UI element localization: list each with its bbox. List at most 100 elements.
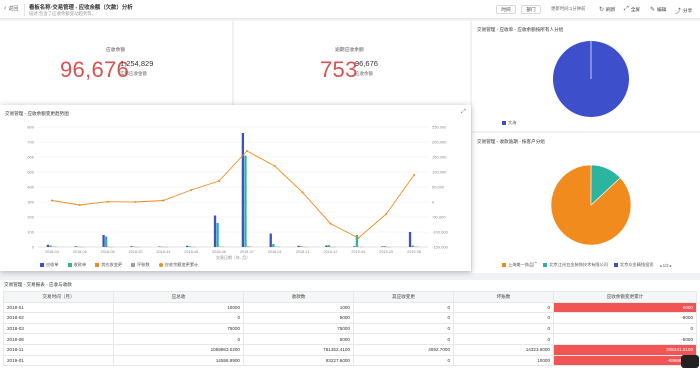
table-cell: 308341.0100 xyxy=(553,343,697,356)
x-tick: 2018-20 xyxy=(129,250,143,254)
line-point[interactable] xyxy=(385,213,388,215)
column-header[interactable]: 应收余额变更累计 xyxy=(553,291,697,303)
x-tick: 2018-12 xyxy=(324,250,338,254)
pie-chart-owner xyxy=(553,41,629,117)
line-point[interactable] xyxy=(218,180,221,182)
bar[interactable] xyxy=(46,244,50,247)
back-button[interactable]: ‹ 返回 xyxy=(4,5,18,12)
bar[interactable] xyxy=(325,245,328,248)
legend-swatch xyxy=(67,262,72,267)
line-point[interactable] xyxy=(357,237,360,239)
pie-panel-owner: 交易管理 - 应收单 - 应收余额按所有人分组 大海 xyxy=(472,21,700,131)
bar[interactable] xyxy=(186,245,189,247)
bar[interactable] xyxy=(353,246,356,247)
line-point[interactable] xyxy=(245,150,248,152)
page-description: 描述:包含了应收余额变动趋势等。 xyxy=(29,11,97,16)
line-point[interactable] xyxy=(190,189,193,191)
back-label: 返回 xyxy=(8,6,19,12)
line-point[interactable] xyxy=(50,199,53,202)
bar[interactable] xyxy=(411,245,414,248)
fullscreen-button[interactable]: ⤢ 全屏 xyxy=(624,6,640,13)
legend-label: 北京江州五金装饰技术有限公司 xyxy=(549,262,608,267)
legend-item[interactable]: 上海美一饰品厂 xyxy=(502,262,537,268)
refresh-button[interactable]: ↻ 刷新 xyxy=(599,6,615,14)
bar[interactable] xyxy=(408,232,412,247)
y-left-tick: 400 xyxy=(27,185,34,190)
legend-item[interactable]: 其应收变更 xyxy=(95,262,122,268)
line-point[interactable] xyxy=(162,199,165,202)
table-row[interactable]: 2019-0114556.990093227.6000010000-88666.… xyxy=(3,354,697,367)
legend-label: 大海 xyxy=(508,120,517,125)
table-row[interactable]: 2018-06 0 5000 0 0 -5000 xyxy=(3,333,697,345)
bar[interactable] xyxy=(269,233,272,248)
bar[interactable] xyxy=(381,246,384,247)
column-header[interactable]: 交易时间（月） xyxy=(3,291,114,303)
table-row[interactable]: 2018-02 0 9000 0 0 -9000 xyxy=(3,312,697,324)
column-header[interactable]: 应总收 xyxy=(113,291,244,303)
bar[interactable] xyxy=(74,246,77,247)
page-title: 看板名称·交易管理 - 应收余额（欠款）分析 xyxy=(29,5,133,11)
pager-next-icon[interactable]: ▸ xyxy=(670,263,672,268)
bar[interactable] xyxy=(188,246,191,247)
table-cell: 10000 xyxy=(453,354,554,367)
edit-button[interactable]: ✎ 编辑 xyxy=(650,6,666,14)
column-header[interactable]: 其应收变更 xyxy=(353,291,454,303)
bar[interactable] xyxy=(327,245,331,247)
bar[interactable] xyxy=(244,155,247,248)
pager-prev-icon[interactable]: ◂ xyxy=(659,263,661,268)
line-point[interactable] xyxy=(78,204,81,206)
bar[interactable] xyxy=(383,246,386,247)
column-header[interactable]: 收款数 xyxy=(243,291,354,303)
bar[interactable] xyxy=(102,235,105,247)
bar[interactable] xyxy=(49,245,52,248)
bar[interactable] xyxy=(300,246,303,247)
department-filter-button[interactable]: 部门 xyxy=(521,5,541,14)
bar[interactable] xyxy=(216,223,219,247)
scrollbar-thumb[interactable] xyxy=(681,355,699,368)
share-button[interactable]: ⤴ 分享 xyxy=(675,6,692,16)
table-cell: 761352.4100 xyxy=(243,343,354,356)
bar[interactable] xyxy=(213,215,217,248)
line-point[interactable] xyxy=(329,222,332,225)
bar[interactable] xyxy=(241,133,245,247)
legend-swatch xyxy=(158,262,163,267)
table-cell: 2018-03 xyxy=(3,322,114,335)
table-cell: 0 xyxy=(453,333,554,345)
line-point[interactable] xyxy=(301,191,304,194)
legend-item[interactable]: 北京江州五金装饰技术有限公司 xyxy=(543,262,608,268)
bar[interactable] xyxy=(272,244,275,247)
bar[interactable] xyxy=(105,236,108,248)
legend-item[interactable]: 应收单 xyxy=(40,262,59,268)
line-point[interactable] xyxy=(273,165,276,167)
table-cell: 2018-02 xyxy=(3,312,114,324)
cumulative-line[interactable] xyxy=(51,150,415,239)
line-point[interactable] xyxy=(106,200,109,203)
y-left-tick: 0 xyxy=(32,245,35,250)
line-point[interactable] xyxy=(413,174,416,176)
kpi-value: 96,676 xyxy=(60,57,130,82)
y-right-tick: -100,000 xyxy=(432,230,449,235)
table-row[interactable]: 2018-03 75000 75000 0 0 0 xyxy=(3,322,697,335)
legend-item[interactable]: 坏账数 xyxy=(131,262,150,268)
table-row[interactable]: 2018-11 1059863.0200 761352.4100 4692.7000 1… xyxy=(3,343,697,356)
line-point[interactable] xyxy=(134,201,137,203)
bar[interactable] xyxy=(246,246,250,247)
x-axis-title: 交易日期（年, 月） xyxy=(216,254,250,260)
y-right-tick: 150,000 xyxy=(432,155,447,160)
x-tick: 2019-06 xyxy=(407,250,421,254)
bar[interactable] xyxy=(130,246,133,247)
table-cell: 75000 xyxy=(113,322,244,335)
y-right-tick: 200,000 xyxy=(432,140,447,145)
table-row[interactable]: 2018-01 10000 1000 0 0 9000 xyxy=(3,301,697,314)
time-filter-button[interactable]: 时间 xyxy=(496,5,516,14)
legend-item[interactable]: 收款单 xyxy=(67,262,86,268)
x-tick: 2018-01 xyxy=(268,250,282,254)
bar[interactable] xyxy=(297,245,300,247)
legend-pager[interactable]: ◂ 1/2 ▸ xyxy=(659,263,671,268)
y-left-tick: 700 xyxy=(27,140,34,145)
table-cell: 2019-01 xyxy=(3,354,114,367)
legend-item[interactable]: 北京众金精钱投资 xyxy=(613,262,653,268)
column-header[interactable]: 坏账数 xyxy=(453,291,554,303)
legend-item[interactable]: 大海 xyxy=(502,120,516,126)
legend-item[interactable]: 应收余额变更累计 xyxy=(158,262,198,268)
